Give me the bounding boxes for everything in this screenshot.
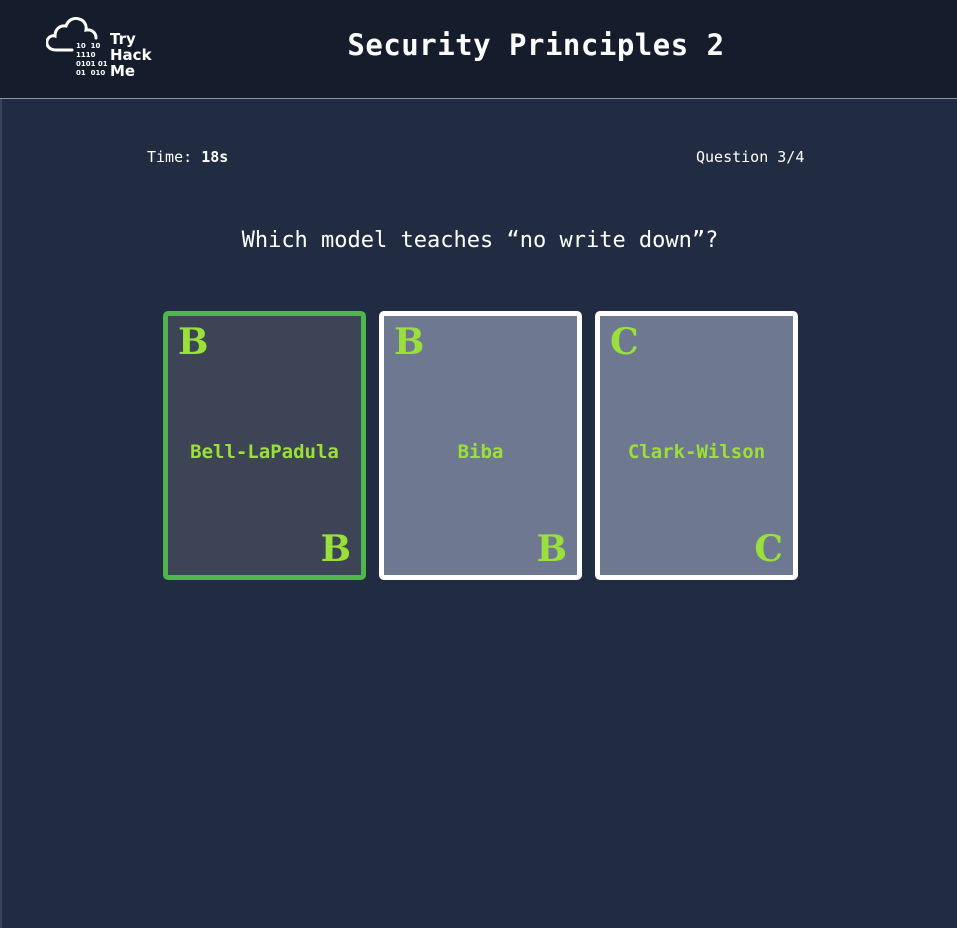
card-letter-bottom: C [754, 528, 783, 570]
card-label: Biba [457, 441, 504, 463]
card-letter-top: C [610, 321, 639, 363]
page-title: Security Principles 2 [347, 28, 725, 62]
card-letter-top: B [394, 321, 425, 363]
card-letter-bottom: B [536, 528, 567, 570]
answer-card-clark-wilson[interactable]: C Clark-Wilson C [595, 311, 798, 580]
card-label: Clark-Wilson [627, 441, 766, 463]
card-label: Bell-LaPadula [190, 441, 339, 463]
logo-word-me: Me [110, 62, 136, 80]
header-bar: 10 10 1110 0101 01 01 010 Try Hack Me Se… [0, 0, 957, 99]
card-letter-bottom: B [320, 528, 351, 570]
question-counter: Question 3/4 [696, 148, 805, 166]
answer-card-bell-lapadula[interactable]: B Bell-LaPadula B [163, 311, 366, 580]
left-divider [0, 99, 2, 928]
card-letter-top: B [178, 321, 209, 363]
answer-card-biba[interactable]: B Biba B [379, 311, 582, 580]
question-text: Which model teaches “no write down”? [241, 228, 719, 253]
timer: Time: 18s [147, 148, 228, 166]
timer-label: Time: [147, 148, 193, 166]
timer-value: 18s [201, 148, 229, 166]
